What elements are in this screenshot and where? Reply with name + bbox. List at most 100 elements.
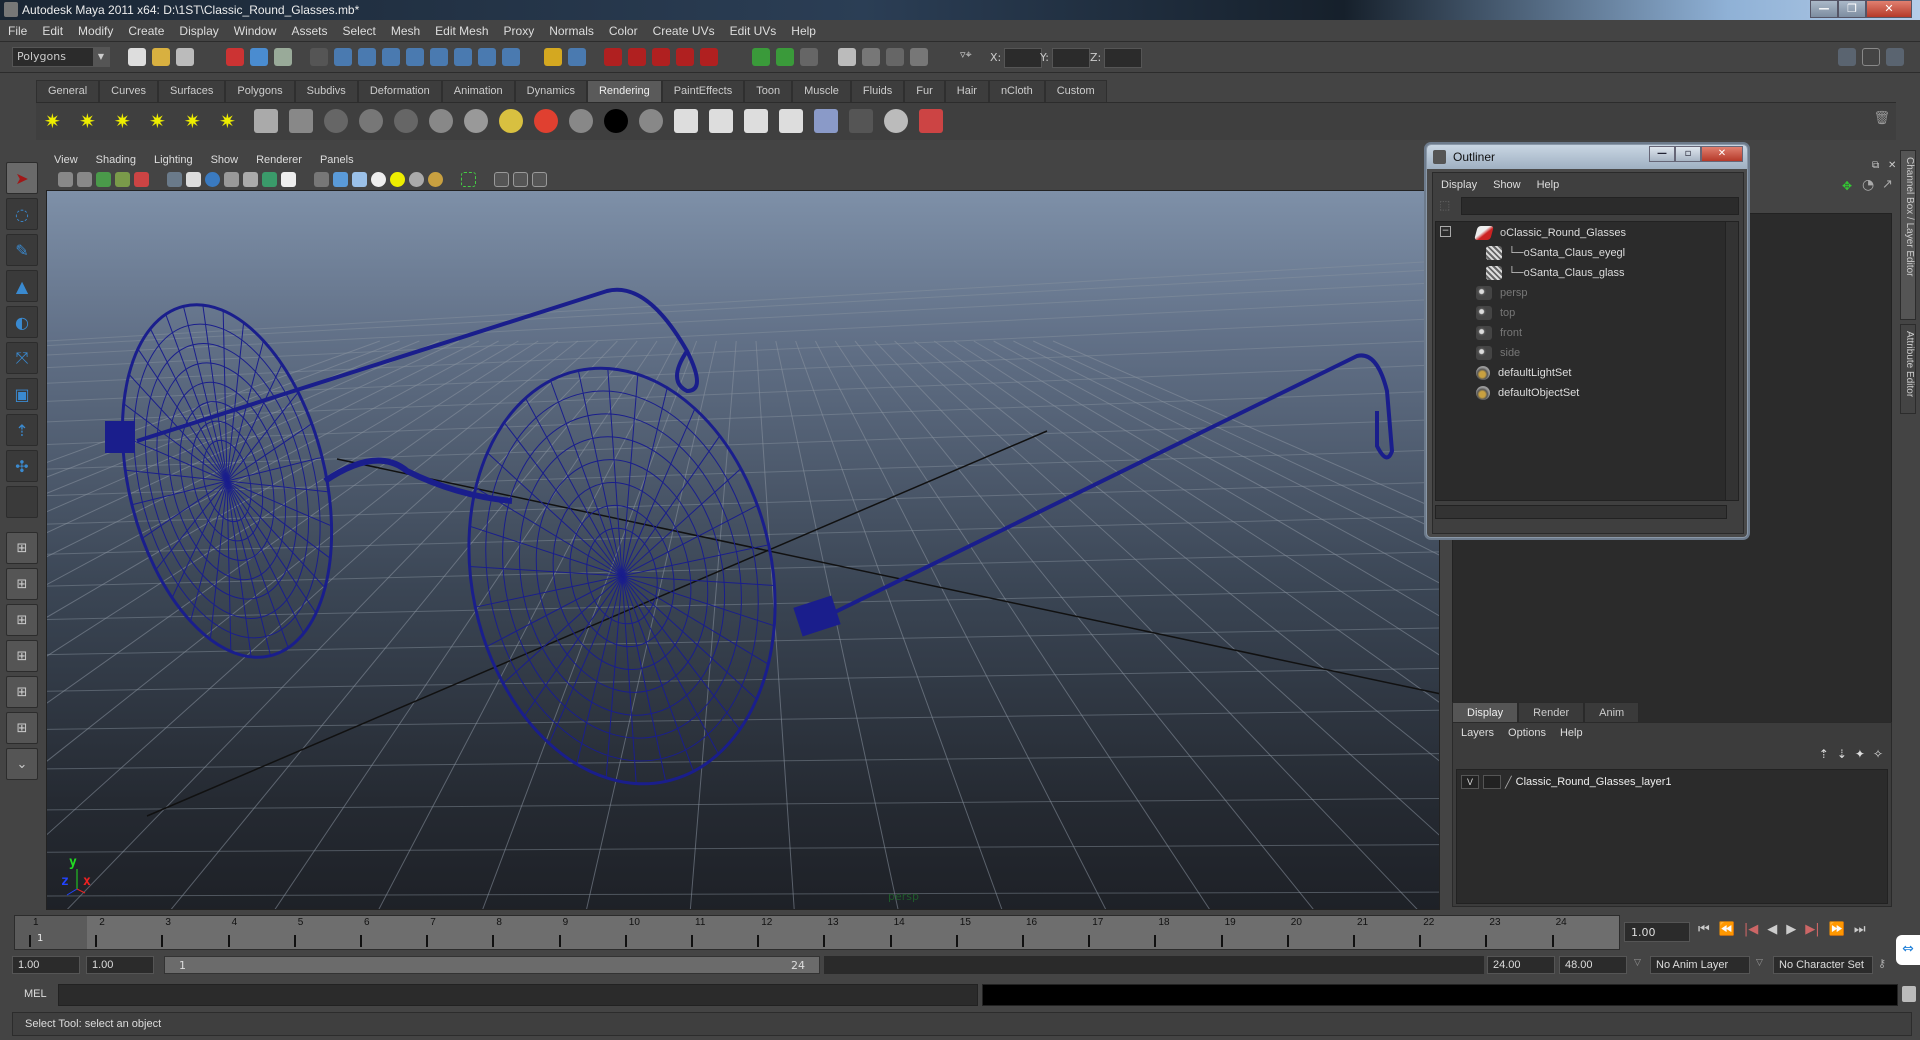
bookmarks-icon[interactable]: [96, 172, 111, 187]
menu-edit-uvs[interactable]: Edit UVs: [730, 24, 777, 38]
anisotropic-icon[interactable]: [324, 109, 348, 133]
shelf-tab-fur[interactable]: Fur: [904, 80, 945, 102]
menu-file[interactable]: File: [8, 24, 27, 38]
go-to-start-icon[interactable]: ⏮: [1698, 922, 1710, 937]
shelf-tab-hair[interactable]: Hair: [944, 80, 989, 102]
use-background-icon[interactable]: [569, 109, 593, 133]
move-layer-up-icon[interactable]: ⇡: [1819, 747, 1829, 761]
menu-window[interactable]: Window: [234, 24, 277, 38]
field-chart-icon[interactable]: [243, 172, 258, 187]
rotate-tool-icon[interactable]: ◐: [6, 306, 38, 338]
shelf-tab-ncloth[interactable]: nCloth: [988, 80, 1045, 102]
input-ops-icon[interactable]: [752, 48, 770, 66]
safe-action-icon[interactable]: [262, 172, 277, 187]
scale-tool-icon[interactable]: ⤧: [6, 342, 38, 374]
perspective-viewport[interactable]: y z x persp: [46, 190, 1440, 910]
xray-icon[interactable]: [494, 172, 509, 187]
select-dynamics-icon[interactable]: [454, 48, 472, 66]
high-quality-icon[interactable]: [428, 172, 443, 187]
character-set-field[interactable]: No Character Set: [1773, 956, 1873, 974]
xray-joints-icon[interactable]: [532, 172, 547, 187]
character-set-dropdown-icon[interactable]: ▽: [1756, 958, 1763, 968]
select-camera-icon[interactable]: [58, 172, 73, 187]
universal-manipulator-icon[interactable]: ▣: [6, 378, 38, 410]
persp-outliner-graph-layout-icon[interactable]: ⊞: [6, 712, 38, 744]
volume-light-icon[interactable]: ✷: [219, 109, 243, 133]
filter-icon[interactable]: ⬚: [1439, 198, 1450, 212]
new-scene-icon[interactable]: [128, 48, 146, 66]
snap-grid-icon[interactable]: [604, 48, 622, 66]
render-layer-icon[interactable]: [814, 109, 838, 133]
use-default-light-icon[interactable]: [390, 172, 405, 187]
select-curves-icon[interactable]: [382, 48, 400, 66]
panel-menu-shading[interactable]: Shading: [96, 154, 136, 166]
restore-button[interactable]: ❐: [1838, 0, 1866, 18]
move-tool-icon[interactable]: ▲: [6, 270, 38, 302]
select-rendering-icon[interactable]: [478, 48, 496, 66]
anim-layer-field[interactable]: No Anim Layer: [1650, 956, 1750, 974]
layered-black-icon[interactable]: [604, 109, 628, 133]
close-panel-icon[interactable]: ✕: [1888, 160, 1896, 171]
shelf-tab-subdivs[interactable]: Subdivs: [294, 80, 358, 102]
shelf-tab-custom[interactable]: Custom: [1044, 80, 1107, 102]
shelf-tab-deformation[interactable]: Deformation: [357, 80, 442, 102]
playback-end-field[interactable]: 24.00: [1487, 956, 1555, 974]
close-button[interactable]: ✕: [1866, 0, 1912, 18]
menu-proxy[interactable]: Proxy: [504, 24, 535, 38]
outliner-menu-show[interactable]: Show: [1493, 179, 1521, 191]
arrow-icon[interactable]: ↗: [1882, 177, 1893, 192]
tab-render[interactable]: Render: [1518, 702, 1585, 723]
surface-shader-icon[interactable]: [534, 109, 558, 133]
menu-display[interactable]: Display: [179, 24, 218, 38]
tab-display[interactable]: Display: [1452, 702, 1519, 723]
time-icon[interactable]: ◔: [1862, 177, 1874, 193]
shadows-icon[interactable]: [409, 172, 424, 187]
outliner-filter-input[interactable]: [1461, 197, 1739, 215]
shelf-handle[interactable]: [14, 80, 32, 140]
isolate-select-icon[interactable]: [461, 172, 476, 187]
anim-layer-dropdown-icon[interactable]: ▽: [1634, 958, 1641, 968]
menu-assets[interactable]: Assets: [291, 24, 327, 38]
tab-attribute-editor[interactable]: Attribute Editor: [1900, 324, 1916, 414]
ambient-light-icon[interactable]: ✷: [44, 109, 68, 133]
menu-normals[interactable]: Normals: [549, 24, 594, 38]
teamviewer-icon[interactable]: ⇔: [1896, 935, 1920, 965]
menu-help[interactable]: Help: [1560, 727, 1583, 739]
start-time-field[interactable]: 1.00: [12, 956, 80, 974]
ramp-icon[interactable]: [499, 109, 523, 133]
render-view-icon[interactable]: [674, 109, 698, 133]
open-scene-icon[interactable]: [152, 48, 170, 66]
layer-name[interactable]: Classic_Round_Glasses_layer1: [1516, 776, 1672, 788]
wireframe-on-shaded-icon[interactable]: [352, 172, 367, 187]
menu-set-dropdown[interactable]: Polygons ▼: [12, 47, 110, 67]
step-forward-frame-icon[interactable]: ▶|: [1805, 922, 1819, 937]
render-settings-icon[interactable]: [779, 109, 803, 133]
highlight-selection-icon[interactable]: [568, 48, 586, 66]
panel-menu-show[interactable]: Show: [211, 154, 239, 166]
select-deformations-icon[interactable]: [430, 48, 448, 66]
remove-material-icon[interactable]: [849, 109, 873, 133]
select-joints-icon[interactable]: [358, 48, 376, 66]
outliner-maximize-button[interactable]: ▫: [1675, 146, 1701, 162]
mask-dropdown-icon[interactable]: [310, 48, 328, 66]
2d-pan-zoom-icon[interactable]: [134, 172, 149, 187]
render-view-icon[interactable]: [838, 48, 856, 66]
output-ops-icon[interactable]: [776, 48, 794, 66]
trash-icon[interactable]: 🗑: [1873, 111, 1890, 126]
menu-create-uvs[interactable]: Create UVs: [653, 24, 715, 38]
time-slider[interactable]: 1 1 2 3 4 5 6 7 8 9 10 11 12 13 14 15 16 17 18 19 20 21 22 23 2…: [14, 915, 1620, 950]
shelf-tab-surfaces[interactable]: Surfaces: [157, 80, 226, 102]
camera-attributes-icon[interactable]: [77, 172, 92, 187]
lock-selection-icon[interactable]: [544, 48, 562, 66]
wireframe-shading-icon[interactable]: [314, 172, 329, 187]
play-forwards-icon[interactable]: ▶: [1786, 922, 1796, 937]
step-back-frame-icon[interactable]: |◀: [1744, 922, 1758, 937]
step-forward-key-icon[interactable]: ⏩: [1829, 922, 1845, 937]
render-frame-icon[interactable]: [862, 48, 880, 66]
xray-active-components-icon[interactable]: [513, 172, 528, 187]
shelf-tab-animation[interactable]: Animation: [441, 80, 515, 102]
shelf-tab-general[interactable]: General: [36, 80, 100, 102]
select-object-icon[interactable]: [250, 48, 268, 66]
batch-render-icon[interactable]: [744, 109, 768, 133]
area-light-icon[interactable]: ✷: [184, 109, 208, 133]
